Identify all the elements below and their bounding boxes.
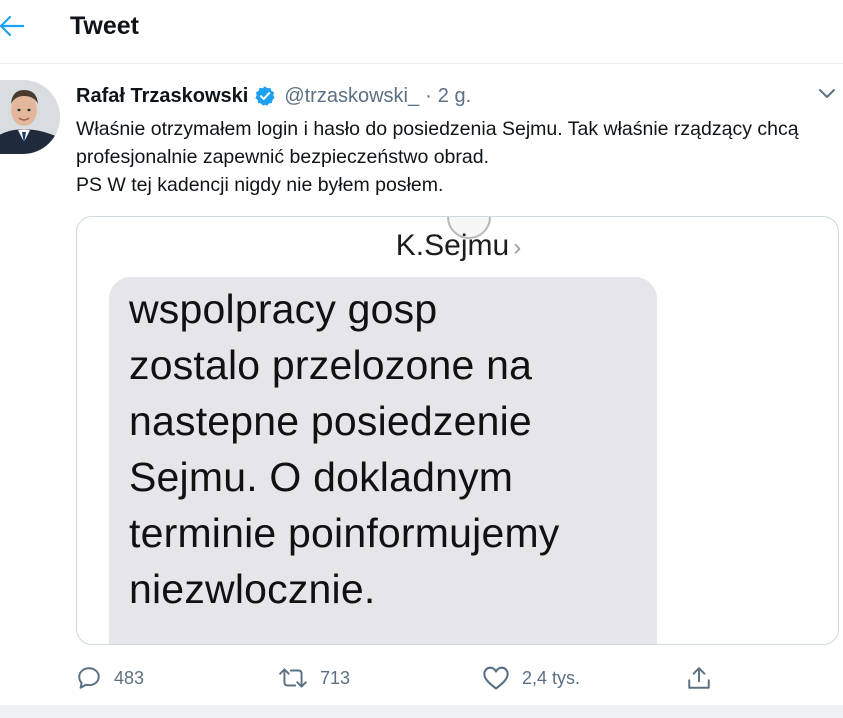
sms-line: Sejmu. O dokladnym — [129, 454, 514, 500]
arrow-left-icon — [0, 15, 24, 37]
sms-line: nastepne posiedzenie — [129, 398, 532, 444]
reply-count: 483 — [114, 667, 145, 688]
meta-separator: · — [425, 84, 432, 107]
tweet-author-row: Rafał Trzaskowski @trzaskowski_ · 2 g. — [76, 82, 471, 110]
retweet-icon — [279, 668, 307, 688]
tweet-text-line: PS W tej kadencji nigdy nie byłem posłem… — [76, 174, 444, 196]
sms-contact-name: K.Sejmu › — [77, 229, 838, 263]
chevron-down-icon — [819, 89, 835, 98]
sms-line: terminie poinformujemy — [129, 510, 560, 556]
reply-icon — [78, 667, 100, 689]
sms-line: zostalo przelozone na — [129, 342, 533, 388]
avatar-photo — [0, 80, 60, 154]
author-name[interactable]: Rafał Trzaskowski — [76, 85, 248, 108]
retweet-count: 713 — [320, 667, 351, 688]
page-title: Tweet — [70, 12, 139, 40]
like-count: 2,4 tys. — [522, 667, 581, 688]
more-options-button[interactable] — [815, 82, 839, 106]
share-icon — [688, 667, 710, 689]
sms-contact-label: K.Sejmu — [395, 229, 510, 262]
retweet-button[interactable]: 713 — [278, 662, 350, 694]
verified-badge-icon — [254, 85, 276, 107]
heart-icon — [483, 666, 509, 690]
section-divider — [0, 705, 843, 718]
tweet-actions: 483 713 2,4 tys. — [76, 662, 736, 694]
share-button[interactable] — [686, 662, 712, 694]
sms-message-text: wspolpracy gosp zostalo przelozone na na… — [129, 281, 649, 617]
reply-button[interactable]: 483 — [76, 662, 144, 694]
avatar[interactable] — [0, 80, 60, 154]
tweet-media-image[interactable]: K.Sejmu › wspolpracy gosp zostalo przeloz… — [76, 216, 839, 645]
tweet-detail-page: Tweet Rafał Trzaskowski @trzaskowski_ · … — [0, 0, 843, 718]
back-button[interactable] — [0, 10, 28, 42]
page-header: Tweet — [0, 0, 843, 64]
chevron-right-icon: › — [513, 234, 522, 261]
like-button[interactable]: 2,4 tys. — [482, 662, 580, 694]
tweet-text-line: Właśnie otrzymałem login i hasło do posi… — [76, 118, 799, 168]
sms-line: niezwlocznie. — [129, 566, 376, 612]
tweet-timestamp[interactable]: 2 g. — [438, 85, 471, 108]
tweet-text: Właśnie otrzymałem login i hasło do posi… — [76, 115, 826, 199]
author-handle[interactable]: @trzaskowski_ — [284, 85, 419, 108]
sms-line: wspolpracy gosp — [129, 286, 438, 332]
